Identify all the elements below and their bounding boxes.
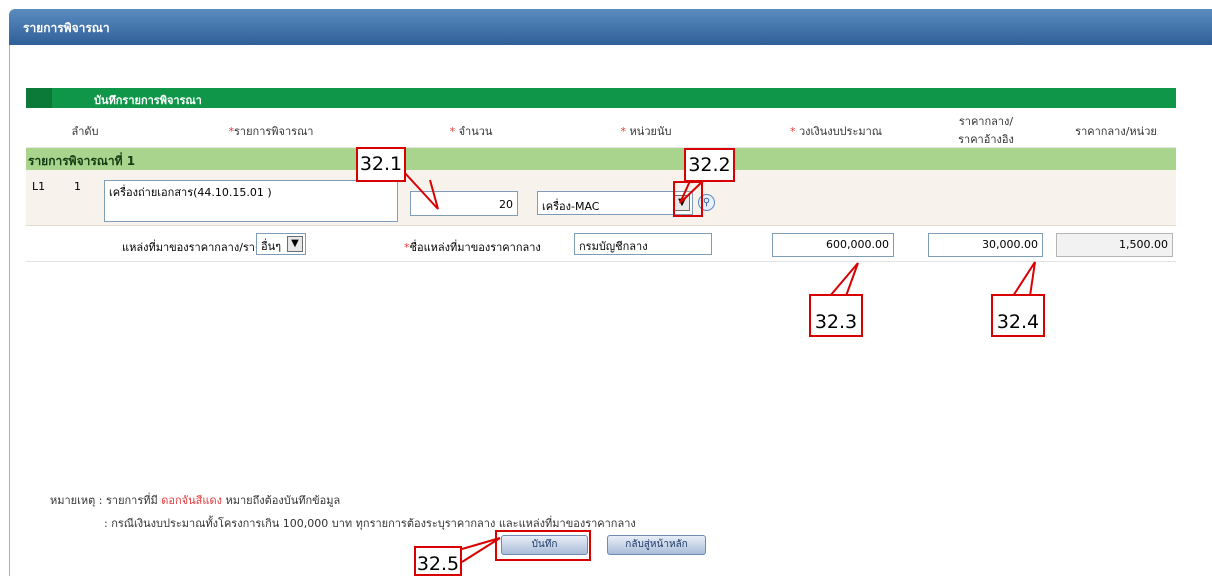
leader-32-4 — [1012, 261, 1036, 297]
annotation-leaders — [403, 171, 1036, 563]
callout-32-4: 32.4 — [991, 294, 1045, 337]
highlight-save-button — [495, 530, 591, 561]
callout-32-5: 32.5 — [414, 546, 462, 576]
leader-32-3 — [829, 262, 859, 297]
callout-32-2: 32.2 — [684, 148, 735, 182]
highlight-unit-dropdown — [673, 181, 703, 217]
callout-32-1: 32.1 — [356, 147, 406, 182]
leader-32-1 — [403, 171, 439, 210]
callout-32-3: 32.3 — [809, 294, 863, 337]
